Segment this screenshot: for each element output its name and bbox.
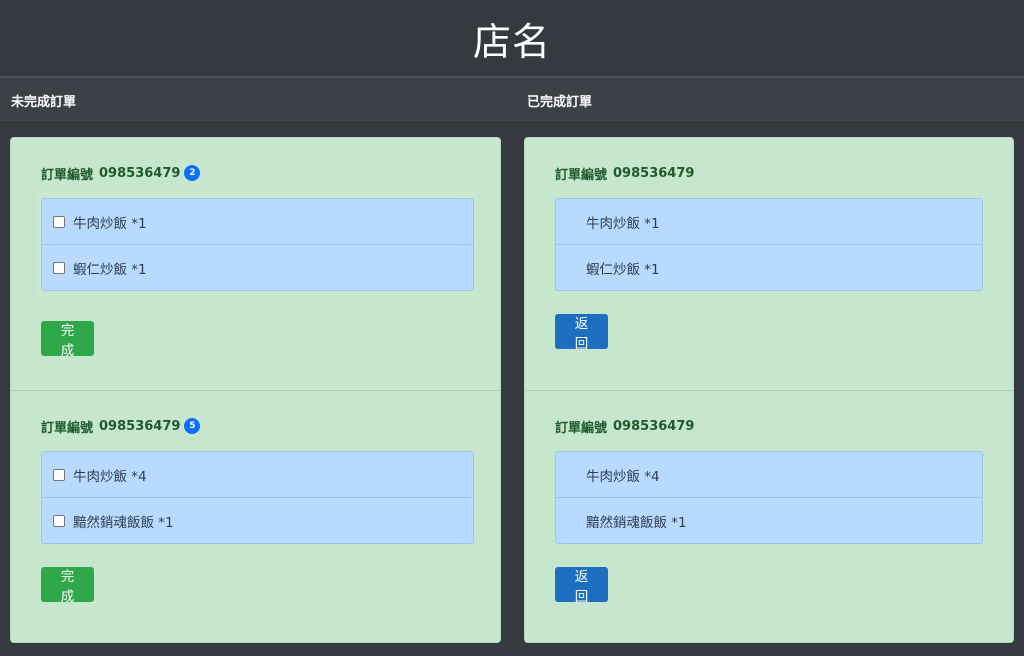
- list-item: 黯然銷魂飯飯 *1: [556, 497, 982, 543]
- order-items-wrapper: 牛肉炒飯 *4 黯然銷魂飯飯 *1: [555, 451, 983, 544]
- item-label: 蝦仁炒飯 *1: [586, 261, 660, 278]
- order-items-list: 牛肉炒飯 *4 黯然銷魂飯飯 *1: [41, 451, 474, 544]
- return-button[interactable]: 返回: [555, 314, 608, 352]
- list-item: 牛肉炒飯 *4: [556, 452, 982, 497]
- item-count-badge: 5: [184, 418, 201, 434]
- order-items-wrapper: 牛肉炒飯 *1 蝦仁炒飯 *1: [35, 191, 476, 298]
- item-checkbox[interactable]: [53, 215, 65, 228]
- complete-button[interactable]: 完成: [41, 567, 94, 605]
- list-item[interactable]: 蝦仁炒飯 *1: [42, 244, 473, 290]
- order-heading: 訂單編號 098536479: [555, 164, 983, 183]
- complete-button[interactable]: 完成: [41, 321, 94, 359]
- pending-orders-title: 未完成訂單: [11, 94, 77, 110]
- order-items-wrapper: 牛肉炒飯 *1 蝦仁炒飯 *1: [555, 198, 983, 291]
- item-label: 黯然銷魂飯飯 *1: [73, 514, 174, 531]
- item-label: 牛肉炒飯 *4: [586, 468, 660, 485]
- app-header: 店名: [0, 0, 1024, 78]
- store-name: 店名: [472, 19, 551, 64]
- order-number-label: 訂單編號: [555, 167, 608, 183]
- order-items-wrapper: 牛肉炒飯 *4 黯然銷魂飯飯 *1: [41, 451, 474, 544]
- pending-order-card: 訂單編號 098536479 5 牛肉炒飯 *4 黯然銷魂飯飯 *1 完成: [11, 391, 500, 643]
- list-item[interactable]: 黯然銷魂飯飯 *1: [42, 497, 473, 543]
- list-item[interactable]: 牛肉炒飯 *4: [42, 452, 473, 497]
- completed-order-card: 訂單編號 098536479 牛肉炒飯 *1 蝦仁炒飯 *1 返回: [525, 138, 1013, 391]
- item-label: 牛肉炒飯 *1: [73, 215, 147, 232]
- order-items-list: 牛肉炒飯 *1 蝦仁炒飯 *1: [41, 198, 474, 291]
- item-label: 蝦仁炒飯 *1: [73, 261, 147, 278]
- completed-order-card: 訂單編號 098536479 牛肉炒飯 *4 黯然銷魂飯飯 *1 返回: [525, 391, 1013, 643]
- completed-orders-title: 已完成訂單: [527, 94, 593, 110]
- order-heading: 訂單編號 098536479 5: [41, 417, 470, 436]
- order-heading: 訂單編號 098536479: [555, 417, 983, 436]
- order-number: 098536479: [613, 165, 695, 181]
- order-number: 098536479: [613, 418, 695, 434]
- list-item: 蝦仁炒飯 *1: [556, 244, 982, 290]
- pending-orders-panel: 訂單編號 098536479 2 牛肉炒飯 *1 蝦仁炒飯 *1 完成 訂單編號…: [10, 137, 501, 643]
- list-item[interactable]: 牛肉炒飯 *1: [42, 199, 473, 244]
- order-number: 098536479: [99, 418, 181, 434]
- item-checkbox[interactable]: [53, 468, 65, 481]
- item-checkbox[interactable]: [53, 261, 65, 274]
- order-number-label: 訂單編號: [41, 167, 94, 183]
- order-number-label: 訂單編號: [555, 420, 608, 436]
- return-button[interactable]: 返回: [555, 567, 608, 605]
- order-heading: 訂單編號 098536479 2: [41, 164, 470, 183]
- item-label: 牛肉炒飯 *1: [586, 215, 660, 232]
- order-number-label: 訂單編號: [41, 420, 94, 436]
- column-headers: 未完成訂單 已完成訂單: [0, 78, 1024, 123]
- item-checkbox[interactable]: [53, 514, 65, 527]
- pending-order-card: 訂單編號 098536479 2 牛肉炒飯 *1 蝦仁炒飯 *1 完成: [11, 138, 500, 391]
- item-label: 黯然銷魂飯飯 *1: [586, 514, 687, 531]
- order-items-list: 牛肉炒飯 *1 蝦仁炒飯 *1: [555, 198, 983, 291]
- order-number: 098536479: [99, 165, 181, 181]
- order-panels: 訂單編號 098536479 2 牛肉炒飯 *1 蝦仁炒飯 *1 完成 訂單編號…: [0, 123, 1024, 656]
- item-label: 牛肉炒飯 *4: [73, 468, 147, 485]
- order-items-list: 牛肉炒飯 *4 黯然銷魂飯飯 *1: [555, 451, 983, 544]
- list-item: 牛肉炒飯 *1: [556, 199, 982, 244]
- completed-orders-panel: 訂單編號 098536479 牛肉炒飯 *1 蝦仁炒飯 *1 返回 訂單編號 0…: [524, 137, 1014, 643]
- item-count-badge: 2: [184, 165, 201, 181]
